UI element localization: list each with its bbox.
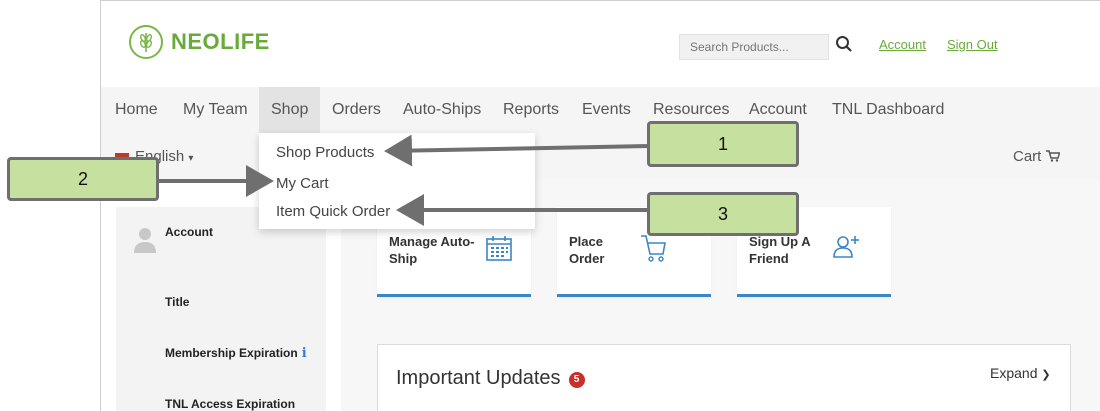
nav-my-team[interactable]: My Team [183,87,248,133]
calendar-icon [484,233,514,268]
menu-item-shop-products[interactable]: Shop Products [276,144,374,161]
app-window: NEOLIFE Account Sign Out Home My Team Sh… [100,0,1100,411]
tile-label: Sign Up A Friend [749,233,811,267]
sub-bar [101,133,1100,179]
tile-label-line: Ship [389,251,418,266]
caret-down-icon: ▾ [188,153,194,164]
cart-link[interactable]: Cart [1013,148,1060,165]
expand-button[interactable]: Expand ❯ [990,365,1051,381]
sign-out-link[interactable]: Sign Out [947,37,998,52]
membership-expiration-label: Membership Expiration i [165,346,307,361]
cart-icon [1045,150,1060,162]
account-label: Account [165,225,213,239]
nav-events[interactable]: Events [582,87,631,133]
updates-title: Important Updates 5 [396,367,585,390]
tile-label-line: Sign Up A [749,234,811,249]
callout-3: 3 [647,192,799,236]
title-label: Title [165,295,190,309]
important-updates-panel: Important Updates 5 Expand ❯ [377,344,1071,411]
nav-shop[interactable]: Shop [259,87,321,133]
membership-expiration-text: Membership Expiration [165,346,298,360]
search-input[interactable] [679,34,829,60]
tnl-access-expiration-label: TNL Access Expiration [165,397,296,411]
shop-dropdown-menu: Shop Products My Cart Item Quick Order [259,133,535,229]
nav-home[interactable]: Home [115,87,158,133]
chevron-down-icon: ❯ [1041,369,1051,381]
tile-label: Place Order [569,233,604,267]
logo-text: NEOLIFE [171,29,270,54]
updates-count-badge: 5 [568,372,585,388]
tile-label-line: Order [569,251,605,266]
tile-label: Manage Auto- Ship [389,233,474,267]
add-user-icon [831,233,861,268]
tile-label-line: Friend [749,251,789,266]
account-link[interactable]: Account [879,37,926,52]
expand-label: Expand [990,365,1038,381]
nav-orders[interactable]: Orders [332,87,381,133]
callout-2: 2 [7,157,159,201]
cart-label: Cart [1013,148,1042,165]
menu-item-my-cart[interactable]: My Cart [276,175,329,192]
updates-title-text: Important Updates [396,367,561,389]
tile-label-line: Manage Auto- [389,234,475,249]
nav-tnl-dashboard[interactable]: TNL Dashboard [832,87,944,133]
info-icon[interactable]: i [302,346,307,361]
wheat-leaf-icon [129,25,163,59]
nav-auto-ships[interactable]: Auto-Ships [403,87,481,133]
neolife-logo[interactable]: NEOLIFE [129,25,270,59]
cart-icon [639,233,667,268]
tile-label-line: Place [569,234,603,249]
avatar-icon [134,225,156,260]
menu-item-item-quick-order[interactable]: Item Quick Order [276,203,390,220]
callout-1: 1 [647,121,799,167]
nav-reports[interactable]: Reports [503,87,559,133]
profile-panel: Account Title Membership Expiration i TNL… [116,207,326,411]
search-icon[interactable] [835,35,853,58]
